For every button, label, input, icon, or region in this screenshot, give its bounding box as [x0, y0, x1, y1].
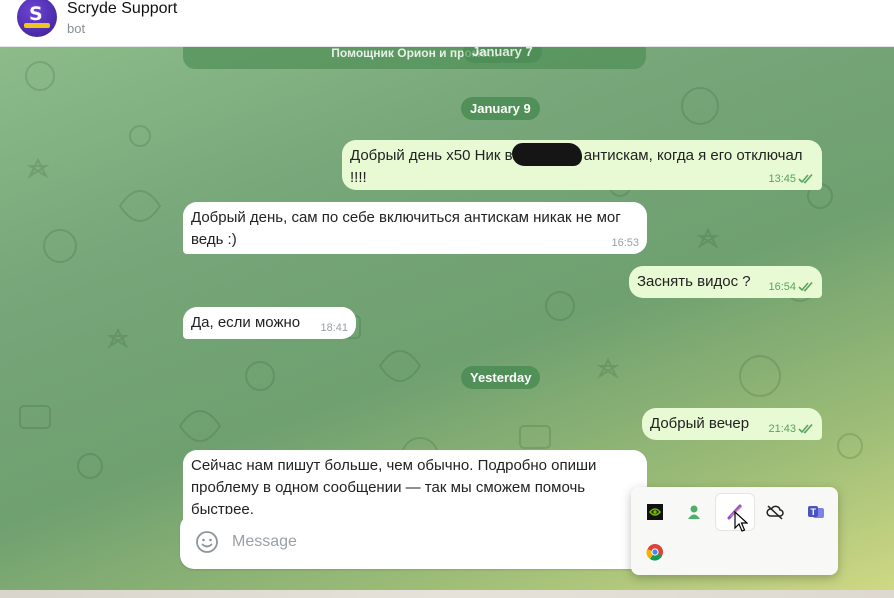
message-text: Добрый день, сам по себе включиться анти…: [191, 209, 621, 248]
message-text: Заснять видос ?: [637, 273, 751, 290]
chrome-icon[interactable]: [636, 534, 674, 570]
read-checks-icon: [798, 424, 813, 434]
bottom-edge-strip: [0, 590, 894, 598]
message-bubble-out[interactable]: Добрый день x50 Ник включился антискам, …: [342, 140, 822, 190]
mouse-cursor-icon: [734, 511, 748, 532]
message-meta: 18:41: [320, 322, 348, 334]
chat-subtitle: bot: [67, 21, 86, 36]
green-user-icon[interactable]: [675, 494, 713, 530]
emoji-icon[interactable]: [195, 530, 219, 554]
avatar-banner: [24, 23, 50, 28]
avatar[interactable]: S: [17, 0, 57, 37]
pinned-message[interactable]: Помощник Орион и промо...: [183, 46, 646, 69]
teams-icon[interactable]: T: [797, 494, 835, 530]
message-time: 18:41: [320, 322, 348, 334]
avatar-letter: S: [29, 3, 43, 25]
message-bubble-out[interactable]: Заснять видос ? 16:54: [629, 266, 822, 298]
date-pill-jan7: January 7: [463, 46, 542, 63]
message-time: 16:54: [768, 281, 796, 293]
cloud-off-icon[interactable]: [756, 494, 794, 530]
message-text: Добрый вечер: [650, 415, 750, 432]
nvidia-icon[interactable]: [636, 494, 674, 530]
message-meta: 16:54: [768, 281, 814, 293]
chat-title[interactable]: Scryde Support: [67, 0, 177, 18]
message-composer: [180, 514, 650, 569]
date-pill-label: Yesterday: [470, 370, 532, 385]
message-text: Сейчас нам пишут больше, чем обычно. Под…: [191, 457, 597, 518]
message-time: 21:43: [768, 423, 796, 435]
message-meta: 13:45: [768, 173, 814, 185]
message-input[interactable]: [230, 524, 614, 560]
message-meta: 21:43: [768, 423, 814, 435]
date-pill-label: January 9: [470, 101, 531, 116]
message-bubble-in[interactable]: Добрый день, сам по себе включиться анти…: [183, 202, 647, 254]
message-bubble-in[interactable]: Да, если можно 18:41: [183, 307, 356, 339]
message-bubble-out[interactable]: Добрый вечер 21:43: [642, 408, 822, 440]
date-pill-yesterday: Yesterday: [461, 366, 541, 389]
message-time: 13:45: [768, 173, 796, 185]
date-pill-jan9: January 9: [461, 97, 540, 120]
redaction-scribble: [512, 143, 582, 166]
message-text: Да, если можно: [191, 314, 301, 331]
read-checks-icon: [798, 282, 813, 292]
message-time: 16:53: [611, 237, 639, 249]
chat-header: S Scryde Support bot: [0, 0, 894, 47]
date-pill-label: January 7: [472, 46, 533, 59]
svg-text:T: T: [811, 507, 817, 517]
message-meta: 16:53: [611, 237, 639, 249]
read-checks-icon: [798, 174, 813, 184]
